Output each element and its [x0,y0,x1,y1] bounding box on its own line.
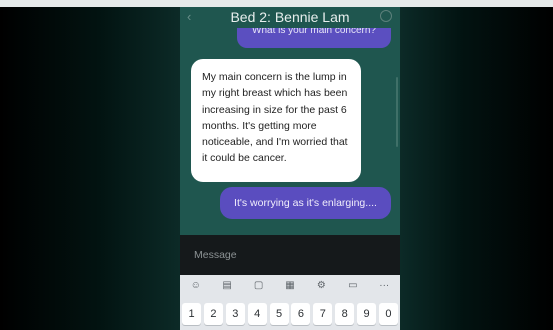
left-backdrop [0,7,180,330]
key-4[interactable]: 4 [247,303,267,325]
message-input[interactable] [194,247,384,263]
chat-scrollbar[interactable] [396,77,398,147]
settings-gear-icon[interactable]: ⚙ [314,280,328,292]
key-0[interactable]: 0 [378,303,398,325]
key-3[interactable]: 3 [225,303,245,325]
user-message-bubble: It's worrying as it's enlarging.... [220,187,391,219]
key-9[interactable]: 9 [357,303,376,325]
translate-icon[interactable]: ▭ [346,280,360,292]
key-5[interactable]: 5 [269,303,289,325]
chat-title: Bed 2: Bennie Lam [230,9,350,25]
sticker-icon[interactable]: ▦ [283,280,297,292]
patient-message-text: My main concern is the lump in my right … [202,71,348,165]
user-message-text: It's worrying as it's enlarging.... [234,197,377,209]
key-7[interactable]: 7 [313,303,333,325]
message-composer [180,235,400,275]
phone-screen: ‹ Bed 2: Bennie Lam What is your main co… [180,7,400,330]
info-icon[interactable] [380,10,392,22]
frame-top-edge [0,0,553,7]
emoji-icon[interactable]: ☺ [189,280,203,292]
keyboard-number-row: 1 2 3 4 5 6 7 8 9 0 [182,303,398,327]
chat-header: ‹ Bed 2: Bennie Lam [180,7,400,29]
clipboard-icon[interactable]: ▢ [252,280,266,292]
right-backdrop [400,7,553,330]
user-message-bubble: What is your main concern? [237,28,391,48]
key-2[interactable]: 2 [203,303,223,325]
on-screen-keyboard: ☺ ▤ ▢ ▦ ⚙ ▭ ··· 1 2 3 4 5 6 7 8 9 0 [180,275,400,330]
patient-message-bubble: My main concern is the lump in my right … [191,59,361,182]
back-arrow-icon[interactable]: ‹ [187,10,191,24]
key-6[interactable]: 6 [291,303,311,325]
keyboard-toolbar: ☺ ▤ ▢ ▦ ⚙ ▭ ··· [180,275,400,297]
video-frame: ‹ Bed 2: Bennie Lam What is your main co… [0,0,553,330]
key-1[interactable]: 1 [182,303,201,325]
keyboard-layout-icon[interactable]: ▤ [220,280,234,292]
key-8[interactable]: 8 [335,303,355,325]
user-message-text: What is your main concern? [252,28,376,36]
more-options-icon[interactable]: ··· [377,280,391,292]
